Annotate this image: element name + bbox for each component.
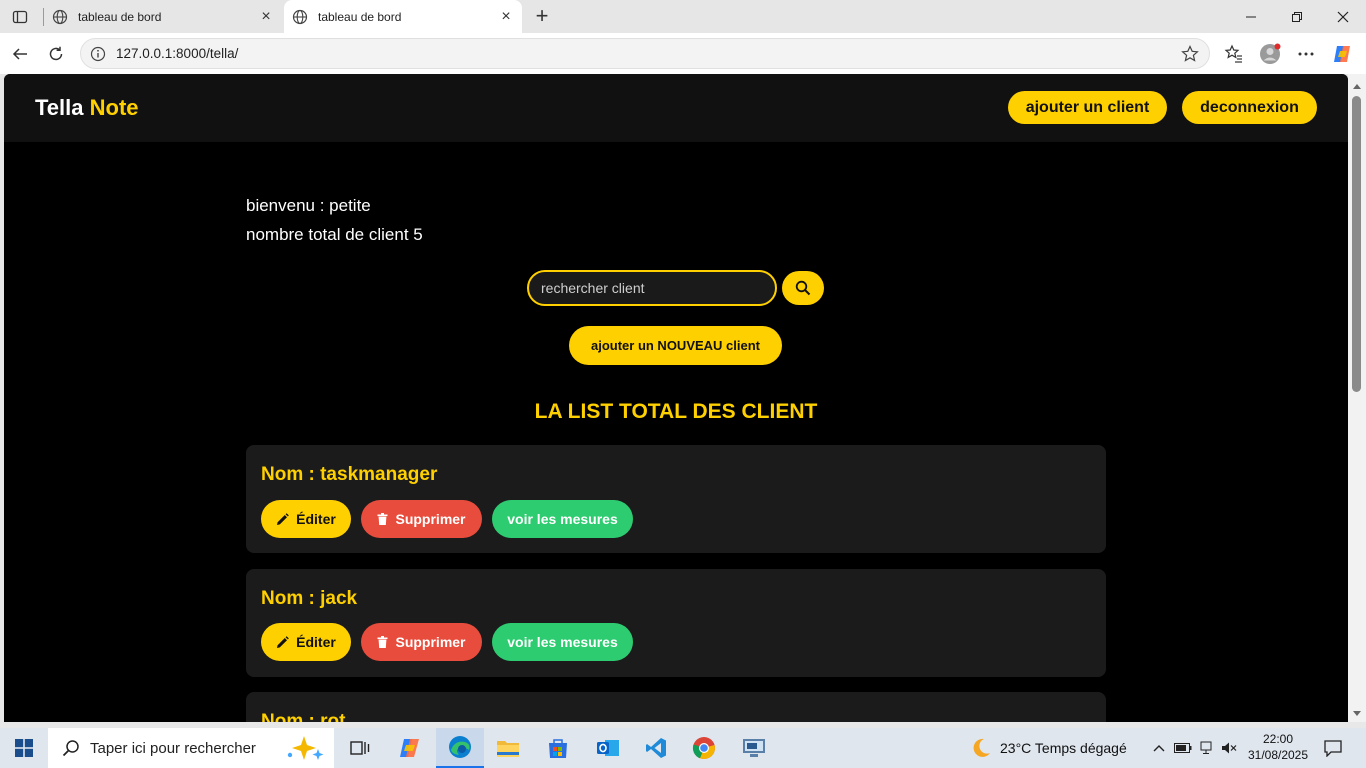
logout-button[interactable]: deconnexion	[1182, 91, 1317, 124]
chrome-icon[interactable]	[684, 728, 724, 768]
outlook-icon[interactable]	[588, 728, 628, 768]
restore-icon[interactable]	[1274, 0, 1320, 33]
clock-date: 31/08/2025	[1247, 748, 1309, 762]
client-card: Nom : taskmanager Éditer Supprimer voir …	[246, 445, 1106, 553]
client-list-title: LA LIST TOTAL DES CLIENT	[534, 400, 818, 423]
remote-desktop-icon[interactable]	[732, 728, 776, 768]
add-client-button[interactable]: ajouter un client	[1008, 91, 1167, 124]
search-icon	[795, 280, 811, 296]
taskbar-search[interactable]: Taper ici pour rechercher	[48, 728, 334, 768]
store-icon[interactable]	[538, 728, 578, 768]
address-toolbar: 127.0.0.1:8000/tella/	[0, 33, 1366, 74]
sparkle-icon	[287, 736, 324, 760]
page-scrollbar[interactable]	[1348, 74, 1366, 722]
close-tab-icon[interactable]: ×	[498, 8, 514, 25]
client-name: Nom : rot	[261, 711, 346, 722]
info-icon[interactable]	[90, 46, 106, 62]
close-window-icon[interactable]	[1320, 0, 1366, 33]
browser-tab-1[interactable]: tableau de bord ×	[44, 0, 282, 33]
profile-avatar-icon[interactable]	[1258, 42, 1282, 66]
brand-logo[interactable]: Tella Note	[35, 95, 139, 121]
view-measures-button[interactable]: voir les mesures	[492, 623, 633, 661]
favorites-icon[interactable]	[1222, 42, 1246, 66]
search-input[interactable]	[527, 270, 777, 306]
client-card: Nom : jack Éditer Supprimer voir les mes…	[246, 569, 1106, 677]
page-viewport: Tella Note ajouter un client deconnexion…	[4, 74, 1348, 722]
battery-icon[interactable]	[1172, 728, 1194, 768]
scroll-thumb[interactable]	[1352, 96, 1361, 392]
globe-icon	[292, 9, 308, 24]
notification-icon[interactable]	[1318, 728, 1348, 768]
trash-icon	[377, 513, 388, 525]
clock-time: 22:00	[1262, 732, 1294, 746]
welcome-text: bienvenu : petite	[246, 196, 371, 215]
edit-label: Éditer	[296, 511, 336, 527]
edit-label: Éditer	[296, 634, 336, 650]
delete-button[interactable]: Supprimer	[361, 623, 482, 661]
edit-button[interactable]: Éditer	[261, 500, 351, 538]
view-measures-button[interactable]: voir les mesures	[492, 500, 633, 538]
brand-first: Tella	[35, 95, 84, 120]
tab-title: tableau de bord	[78, 9, 162, 24]
tab-actions-icon[interactable]	[8, 6, 32, 28]
url-text: 127.0.0.1:8000/tella/	[116, 46, 239, 61]
taskbar: Taper ici pour rechercher 23°C Temps dég…	[0, 728, 1366, 768]
browser-tab-2[interactable]: tableau de bord ×	[284, 0, 522, 33]
taskbar-search-text: Taper ici pour rechercher	[90, 739, 256, 757]
add-new-client-button[interactable]: ajouter un NOUVEAU client	[569, 326, 782, 365]
edge-taskbar-icon[interactable]	[436, 728, 484, 768]
scroll-up-icon[interactable]	[1353, 84, 1361, 89]
refresh-icon[interactable]	[44, 42, 68, 66]
trash-icon	[377, 636, 388, 648]
pencil-icon	[277, 635, 289, 648]
scroll-down-icon[interactable]	[1353, 711, 1361, 716]
total-clients-text: nombre total de client 5	[246, 225, 423, 244]
tab-title: tableau de bord	[318, 9, 402, 24]
globe-icon	[52, 9, 68, 24]
close-tab-icon[interactable]: ×	[258, 8, 274, 25]
client-name: Nom : jack	[261, 588, 358, 609]
delete-label: Supprimer	[395, 634, 466, 650]
moon-weather-icon[interactable]	[966, 728, 996, 768]
new-tab-icon[interactable]: +	[530, 3, 554, 28]
minimize-icon[interactable]	[1228, 0, 1274, 33]
volume-muted-icon[interactable]	[1218, 728, 1240, 768]
favorite-star-icon[interactable]	[1181, 45, 1199, 63]
copilot-icon[interactable]	[1330, 42, 1354, 66]
pencil-icon	[277, 512, 289, 525]
site-header: Tella Note ajouter un client deconnexion	[4, 74, 1348, 142]
vscode-icon[interactable]	[636, 728, 676, 768]
browser-tab-bar: tableau de bord × tableau de bord × +	[0, 0, 1366, 33]
windows-start-icon[interactable]	[0, 728, 48, 768]
file-explorer-icon[interactable]	[488, 728, 528, 768]
back-arrow-icon[interactable]	[8, 42, 32, 66]
delete-button[interactable]: Supprimer	[361, 500, 482, 538]
delete-label: Supprimer	[395, 511, 466, 527]
client-card: Nom : rot	[246, 692, 1106, 722]
search-button[interactable]	[782, 271, 824, 305]
weather-text[interactable]: 23°C Temps dégagé	[1000, 740, 1127, 756]
edit-button[interactable]: Éditer	[261, 623, 351, 661]
chevron-up-icon[interactable]	[1150, 728, 1168, 768]
client-name: Nom : taskmanager	[261, 464, 438, 485]
brand-second: Note	[89, 95, 139, 120]
system-clock[interactable]: 22:00 31/08/2025	[1246, 731, 1310, 763]
copilot-taskbar-icon[interactable]	[390, 728, 430, 768]
search-icon	[62, 740, 79, 757]
url-bar[interactable]: 127.0.0.1:8000/tella/	[80, 38, 1210, 69]
more-options-icon[interactable]	[1294, 42, 1318, 66]
task-view-icon[interactable]	[340, 728, 380, 768]
network-icon[interactable]	[1196, 728, 1218, 768]
